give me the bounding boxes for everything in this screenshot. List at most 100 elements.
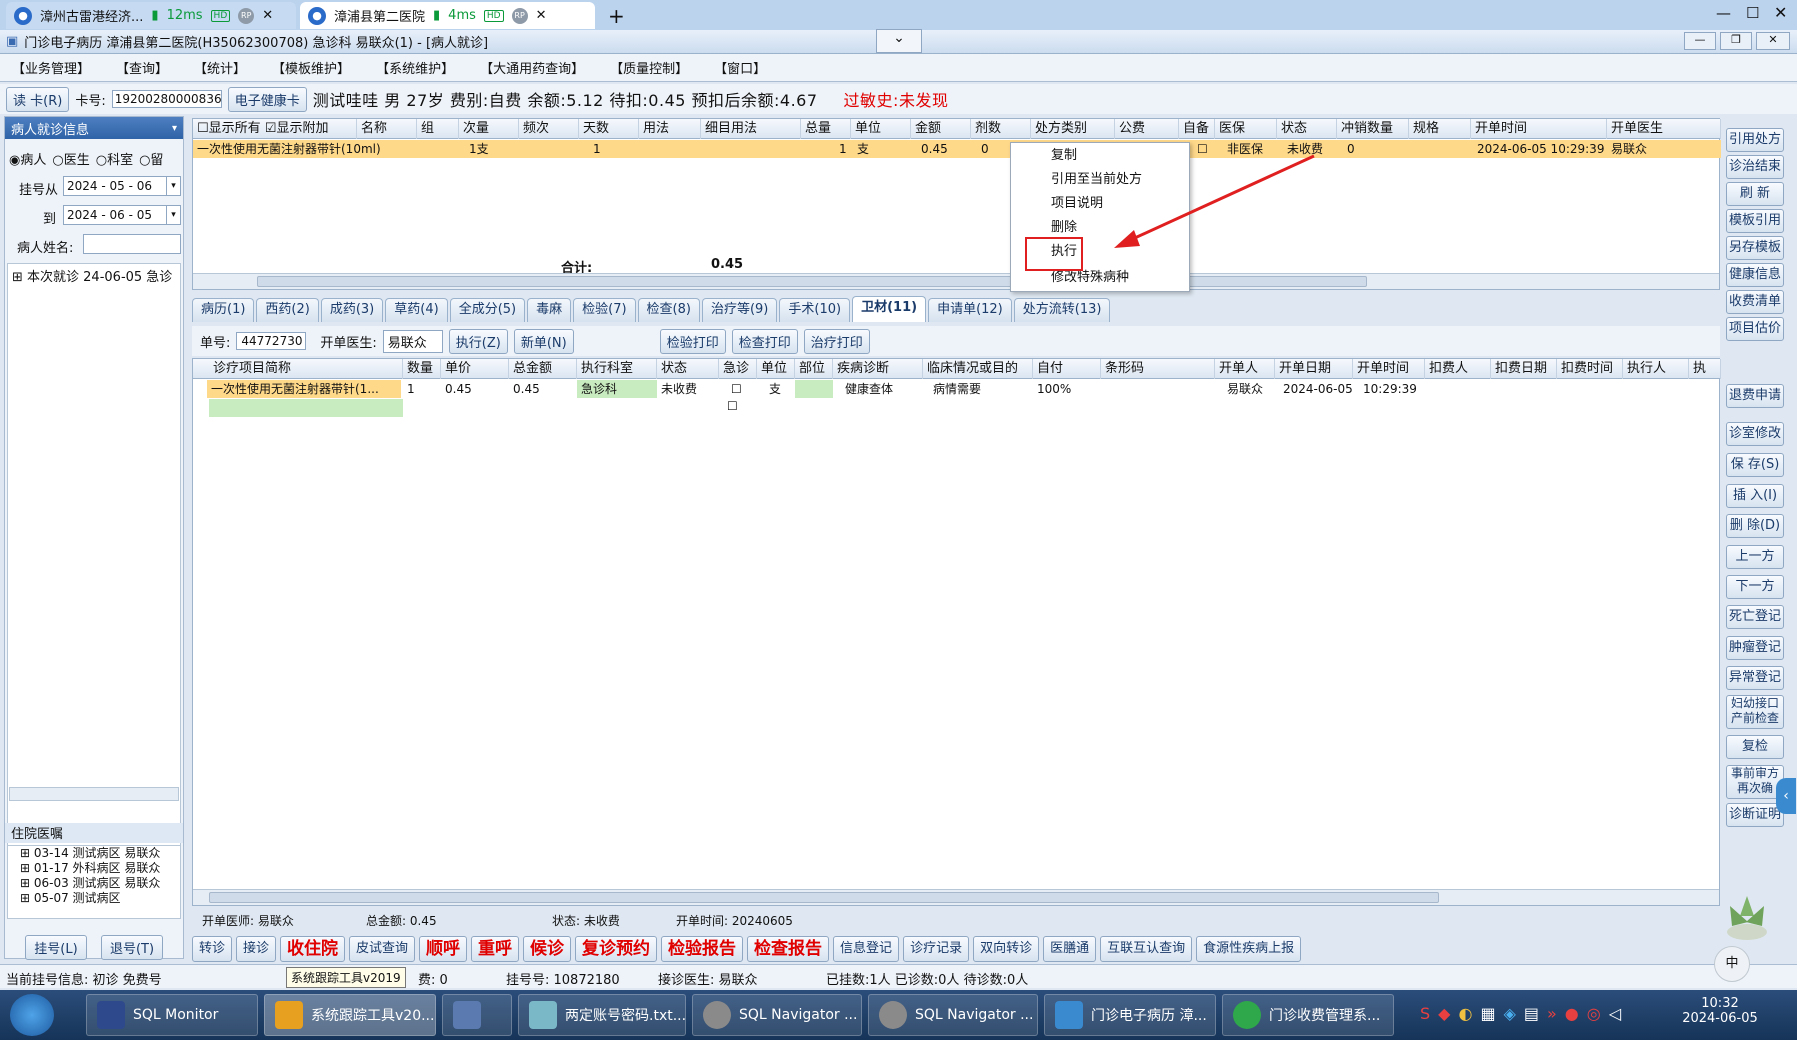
bottom-button[interactable]: 重呼	[471, 936, 520, 962]
tab-treatment[interactable]: 治疗等(9)	[701, 298, 778, 322]
close-icon[interactable]: ✕	[536, 8, 547, 23]
taskbar-item[interactable]: 门诊电子病历 漳...	[1044, 994, 1216, 1036]
new-row-name-cell[interactable]	[209, 399, 403, 417]
bottom-button[interactable]: 转诊	[192, 936, 233, 962]
bottom-button[interactable]: 收住院	[280, 936, 346, 962]
ime-indicator[interactable]: 中	[1714, 946, 1750, 982]
tab-exam[interactable]: 检查(8)	[637, 298, 700, 322]
app-restore-button[interactable]: ❐	[1720, 32, 1752, 50]
taskbar-item[interactable]: SQL Navigator ...	[692, 994, 862, 1036]
scroll-thumb[interactable]	[257, 276, 1367, 287]
bottom-button[interactable]: 双向转诊	[973, 936, 1040, 962]
bottom-button[interactable]: 皮试查询	[349, 936, 416, 962]
tray-app-icon[interactable]: ◆	[1438, 1004, 1450, 1023]
treatment-print-button[interactable]: 治疗打印	[803, 328, 870, 354]
tray-app-icon[interactable]: »	[1547, 1004, 1557, 1023]
doctor-input[interactable]: 易联众	[382, 329, 443, 353]
register-button[interactable]: 挂号(L)	[25, 935, 87, 960]
right-button[interactable]: 模板引用	[1726, 209, 1784, 233]
tray-app-icon[interactable]: ◐	[1458, 1004, 1472, 1023]
right-button[interactable]: 诊治结束	[1726, 155, 1784, 179]
right-button[interactable]: 项目估价	[1726, 317, 1784, 341]
list-item[interactable]: ⊞ 01-17 外科病区 易联众	[8, 861, 180, 876]
menu-query[interactable]: 【查询】	[116, 58, 168, 77]
card-number-input[interactable]: 1920028000083667	[111, 90, 222, 108]
shield-icon[interactable]: ◈	[1504, 1004, 1516, 1023]
radio-dept[interactable]: ○科室	[96, 149, 133, 168]
volume-icon[interactable]: ◁	[1609, 1004, 1621, 1023]
health-card-button[interactable]: 电子健康卡	[227, 86, 307, 112]
taskbar-item[interactable]: 门诊收费管理系...	[1222, 994, 1394, 1036]
emergency-checkbox[interactable]: ☐	[727, 399, 738, 413]
radio-doctor[interactable]: ○医生	[52, 149, 89, 168]
menu-system[interactable]: 【系统维护】	[376, 58, 454, 77]
emergency-checkbox[interactable]: ☐	[727, 380, 747, 398]
input-method-icon[interactable]: S	[1420, 1004, 1430, 1023]
printer-icon[interactable]: ▤	[1524, 1004, 1539, 1023]
maximize-icon[interactable]: ☐	[1746, 4, 1759, 22]
bottom-button[interactable]: 食源性疾病上报	[1196, 936, 1302, 962]
menu-quality[interactable]: 【质量控制】	[610, 58, 688, 77]
right-button[interactable]: 退费申请	[1726, 384, 1784, 408]
exam-print-button[interactable]: 检查打印	[731, 328, 798, 354]
bottom-button[interactable]: 检验报告	[661, 936, 744, 962]
taskbar-item[interactable]	[442, 994, 512, 1036]
patient-name-input[interactable]	[83, 234, 181, 254]
start-button-icon[interactable]	[10, 994, 54, 1036]
right-button[interactable]: 另存模板	[1726, 236, 1784, 260]
radio-patient[interactable]: ◉病人	[9, 149, 46, 168]
tab-patent-drug[interactable]: 成药(3)	[320, 298, 384, 322]
tray-app-icon[interactable]: ●	[1565, 1004, 1579, 1023]
menu-template[interactable]: 【模板维护】	[272, 58, 350, 77]
bottom-button[interactable]: 医膳通	[1043, 936, 1097, 962]
menu-business[interactable]: 【业务管理】	[12, 58, 90, 77]
bottom-button[interactable]: 检查报告	[747, 936, 830, 962]
menu-drug-query[interactable]: 【大通用药查询】	[480, 58, 584, 77]
taskbar-item[interactable]: 系统跟踪工具v20...	[264, 994, 436, 1036]
show-options[interactable]: ☐显示所有 ☑显示附加	[193, 119, 357, 139]
table-row[interactable]: 一次性使用无菌注射器带针(1... 1 0.45 0.45 急诊科 未收费 ☐ …	[193, 380, 1721, 398]
right-button[interactable]: 复检	[1726, 735, 1784, 759]
network-icon[interactable]: ▦	[1480, 1004, 1495, 1023]
bottom-button[interactable]: 顺呼	[419, 936, 468, 962]
browser-tab-1[interactable]: ● 漳州古雷港经济... ▮ 12ms HD RP ✕	[6, 2, 296, 29]
tab-prescription-flow[interactable]: 处方流转(13)	[1013, 298, 1111, 322]
bottom-button[interactable]: 互联互认查询	[1100, 936, 1193, 962]
lab-print-button[interactable]: 检验打印	[659, 328, 726, 354]
order-no-input[interactable]: 44772730	[236, 332, 307, 350]
bottom-button[interactable]: 接诊	[236, 936, 277, 962]
pin-icon[interactable]: ▾	[172, 123, 177, 134]
bottom-button[interactable]: 信息登记	[833, 936, 900, 962]
cell-site[interactable]	[795, 380, 833, 398]
right-button[interactable]: 死亡登记	[1726, 605, 1784, 629]
right-button[interactable]: 收费清单	[1726, 290, 1784, 314]
right-button[interactable]: 肿瘤登记	[1726, 636, 1784, 660]
app-minimize-button[interactable]: —	[1684, 32, 1716, 50]
right-button[interactable]: 刷 新	[1726, 182, 1784, 206]
menu-window[interactable]: 【窗口】	[714, 58, 766, 77]
scroll-thumb[interactable]	[209, 892, 1439, 903]
unregister-button[interactable]: 退号(T)	[101, 935, 163, 960]
chevron-left-icon[interactable]: ‹	[1776, 778, 1796, 814]
close-window-icon[interactable]: ✕	[1774, 3, 1787, 22]
tab-supplies[interactable]: 卫材(11)	[852, 296, 927, 322]
date-to-input[interactable]: 2024 - 06 - 05 ▾	[63, 205, 181, 225]
tab-western-drug[interactable]: 西药(2)	[256, 298, 319, 322]
tab-medical-record[interactable]: 病历(1)	[192, 298, 255, 322]
right-button[interactable]: 下一方	[1726, 575, 1784, 599]
minimize-icon[interactable]: —	[1716, 4, 1731, 22]
app-close-button[interactable]: ✕	[1756, 32, 1790, 50]
list-item[interactable]: ⊞ 03-14 测试病区 易联众	[8, 846, 180, 861]
horizontal-scrollbar[interactable]	[193, 889, 1719, 905]
bottom-button[interactable]: 诊疗记录	[903, 936, 970, 962]
clock[interactable]: 10:32 2024-06-05	[1680, 996, 1760, 1026]
horizontal-scrollbar[interactable]	[9, 787, 179, 801]
right-button[interactable]: 上一方	[1726, 545, 1784, 569]
tab-request[interactable]: 申请单(12)	[928, 298, 1012, 322]
list-item[interactable]: ⊞ 06-03 测试病区 易联众	[8, 876, 180, 891]
right-button[interactable]: 诊断证明	[1726, 803, 1784, 827]
right-button[interactable]: 删 除(D)	[1726, 514, 1784, 538]
close-icon[interactable]: ✕	[262, 8, 273, 23]
taskbar-item[interactable]: SQL Navigator ...	[868, 994, 1038, 1036]
tab-lab[interactable]: 检验(7)	[573, 298, 636, 322]
